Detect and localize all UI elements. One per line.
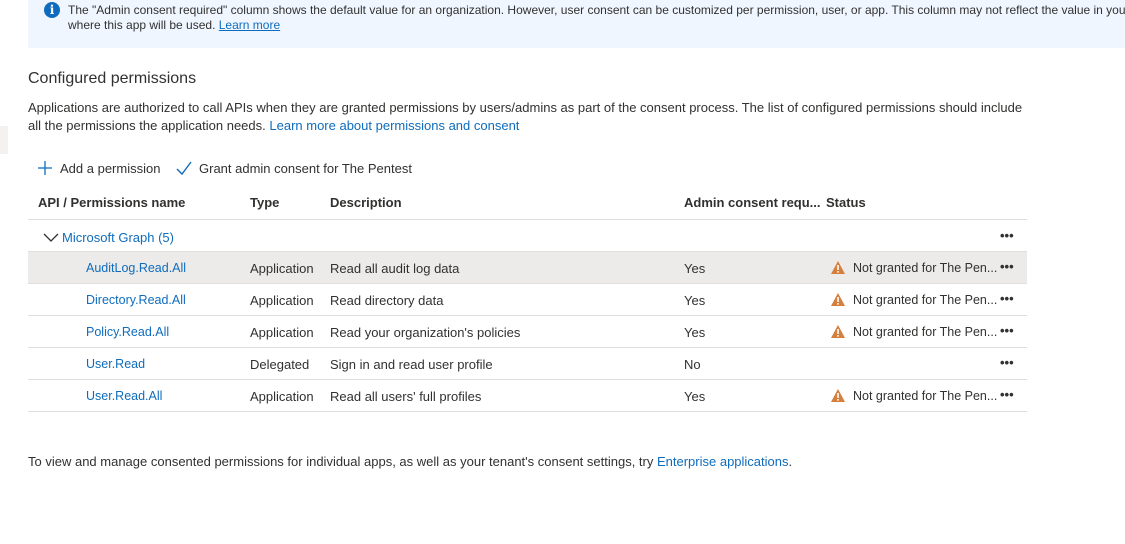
checkmark-icon [176,161,192,176]
info-text-line2: where this app will be used. Learn more [68,18,280,32]
header-status[interactable]: Status [826,195,866,210]
grant-admin-consent-button[interactable]: Grant admin consent for The Pentest [175,158,412,178]
warning-icon [831,389,845,402]
permission-name-link[interactable]: Directory.Read.All [86,293,186,307]
group-row-microsoft-graph: Microsoft Graph (5) ••• [28,222,1027,251]
permissions-consent-link[interactable]: Learn more about permissions and consent [269,118,519,133]
info-learn-more-link[interactable]: Learn more [219,18,280,32]
permission-name-link[interactable]: AuditLog.Read.All [86,261,186,275]
admin-consent-value: No [684,357,701,372]
footer-text: To view and manage consented permissions… [28,454,792,469]
permission-description: Read all users' full profiles [330,389,482,404]
admin-consent-value: Yes [684,389,706,404]
section-description-line2: all the permissions the application need… [28,118,519,133]
status-cell: Not granted for The Pen... [830,292,997,307]
row-more-options-icon[interactable]: ••• [1000,355,1014,370]
admin-consent-value: Yes [684,325,706,340]
permission-name-link[interactable]: User.Read.All [86,389,162,403]
status-text: Not granted for The Pen... [853,292,998,307]
row-divider [28,411,1027,412]
admin-consent-value: Yes [684,293,706,308]
permission-description: Read all audit log data [330,261,460,276]
section-title: Configured permissions [28,70,197,87]
plus-icon [38,161,52,175]
table-row[interactable]: Policy.Read.All Application Read your or… [28,316,1027,348]
section-description-line2-body: all the permissions the application need… [28,118,270,133]
add-permission-label: Add a permission [60,160,161,176]
status-cell: Not granted for The Pen... [830,324,997,339]
group-label: Microsoft Graph (5) [62,230,174,245]
info-message-bar: i The "Admin consent required" column sh… [28,0,1125,48]
add-permission-button[interactable]: Add a permission [36,158,160,178]
section-description-line1: Applications are authorized to call APIs… [28,100,1023,115]
row-more-options-icon[interactable]: ••• [1000,291,1014,306]
header-divider [28,219,1027,220]
status-text: Not granted for The Pen... [853,324,998,339]
info-text-line1: The "Admin consent required" column show… [68,3,1125,17]
chevron-down-icon [43,233,59,242]
table-row[interactable]: User.Read Delegated Sign in and read use… [28,348,1027,380]
info-icon: i [44,2,60,18]
permission-type: Application [250,261,314,276]
row-more-options-icon[interactable]: ••• [1000,387,1014,402]
permission-type: Application [250,389,314,404]
enterprise-applications-link[interactable]: Enterprise applications [657,454,789,469]
table-row[interactable]: AuditLog.Read.All Application Read all a… [28,252,1027,284]
header-description[interactable]: Description [330,195,402,210]
footer-text-body: To view and manage consented permissions… [28,454,657,469]
header-permission-name[interactable]: API / Permissions name [38,195,185,210]
status-text: Not granted for The Pen... [853,388,998,403]
group-more-options-icon[interactable]: ••• [1000,228,1014,243]
permission-description: Read your organization's policies [330,325,521,340]
left-panel-edge[interactable] [0,126,8,154]
permission-type: Delegated [250,357,310,372]
permission-description: Sign in and read user profile [330,357,493,372]
header-type[interactable]: Type [250,195,279,210]
permission-name-link[interactable]: Policy.Read.All [86,325,169,339]
group-toggle-microsoft-graph[interactable]: Microsoft Graph (5) [42,230,174,245]
permission-type: Application [250,293,314,308]
warning-icon [831,261,845,274]
admin-consent-value: Yes [684,261,706,276]
warning-icon [831,325,845,338]
permission-description: Read directory data [330,293,444,308]
permission-name-link[interactable]: User.Read [86,357,145,371]
status-cell: Not granted for The Pen... [830,388,997,403]
footer-suffix: . [788,454,793,469]
status-text: Not granted for The Pen... [853,260,998,275]
permission-type: Application [250,325,314,340]
table-row[interactable]: Directory.Read.All Application Read dire… [28,284,1027,316]
status-cell: Not granted for The Pen... [830,260,997,275]
info-text-line2-body: where this app will be used. [68,18,219,32]
table-row[interactable]: User.Read.All Application Read all users… [28,380,1027,412]
grant-admin-consent-label: Grant admin consent for The Pentest [199,160,412,176]
header-admin-consent[interactable]: Admin consent requ... [684,195,821,210]
warning-icon [831,293,845,306]
row-more-options-icon[interactable]: ••• [1000,259,1014,274]
row-more-options-icon[interactable]: ••• [1000,323,1014,338]
